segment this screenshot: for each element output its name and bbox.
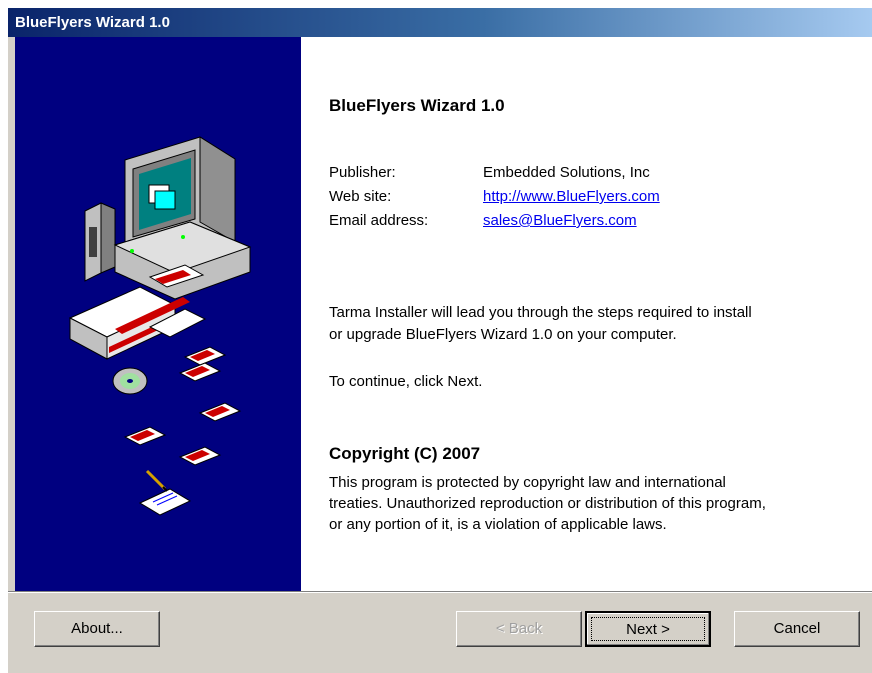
package-box-icon [68,286,207,360]
window-title: BlueFlyers Wizard 1.0 [8,8,872,37]
next-button[interactable]: Next > [585,611,711,647]
installer-window: BlueFlyers Wizard 1.0 BlueFlyers Wizard … [8,8,872,673]
website-label: Web site: [329,188,392,205]
about-button-label: About... [71,620,123,637]
intro-text: Tarma Installer will lead you through th… [329,302,849,346]
floppy-disk-icon [123,346,242,466]
installer-illustration [68,136,252,516]
back-button[interactable]: < Back [456,611,582,647]
button-separator [8,591,872,593]
copyright-line: or any portion of it, is a violation of … [329,516,667,533]
wizard-sidebar [15,37,301,591]
email-label: Email address: [329,212,429,229]
cd-disc-icon [112,367,148,395]
publisher-label: Publisher: [329,164,396,181]
wizard-content: BlueFlyers Wizard 1.0 Publisher: Embedde… [8,37,872,591]
copyright-text: This program is protected by copyright l… [329,472,849,535]
website-link[interactable]: http://www.BlueFlyers.com [483,188,660,205]
document-pen-icon [138,469,192,516]
copyright-line: treaties. Unauthorized reproduction or d… [329,495,766,512]
intro-line: or upgrade BlueFlyers Wizard 1.0 on your… [329,326,677,343]
computer-icon [84,136,252,300]
wizard-main: BlueFlyers Wizard 1.0 Publisher: Embedde… [301,37,872,591]
wizard-heading: BlueFlyers Wizard 1.0 [329,96,505,115]
back-button-label: < Back [495,620,543,637]
cancel-button-label: Cancel [773,620,821,637]
next-button-label: Next > [626,621,670,638]
publisher-value: Embedded Solutions, Inc [483,164,650,181]
copyright-heading: Copyright (C) 2007 [329,444,481,463]
copyright-line: This program is protected by copyright l… [329,474,726,491]
cancel-button[interactable]: Cancel [734,611,860,647]
email-link[interactable]: sales@BlueFlyers.com [483,212,637,229]
continue-text: To continue, click Next. [329,373,483,390]
intro-line: Tarma Installer will lead you through th… [329,304,752,321]
about-button[interactable]: About... [34,611,160,647]
